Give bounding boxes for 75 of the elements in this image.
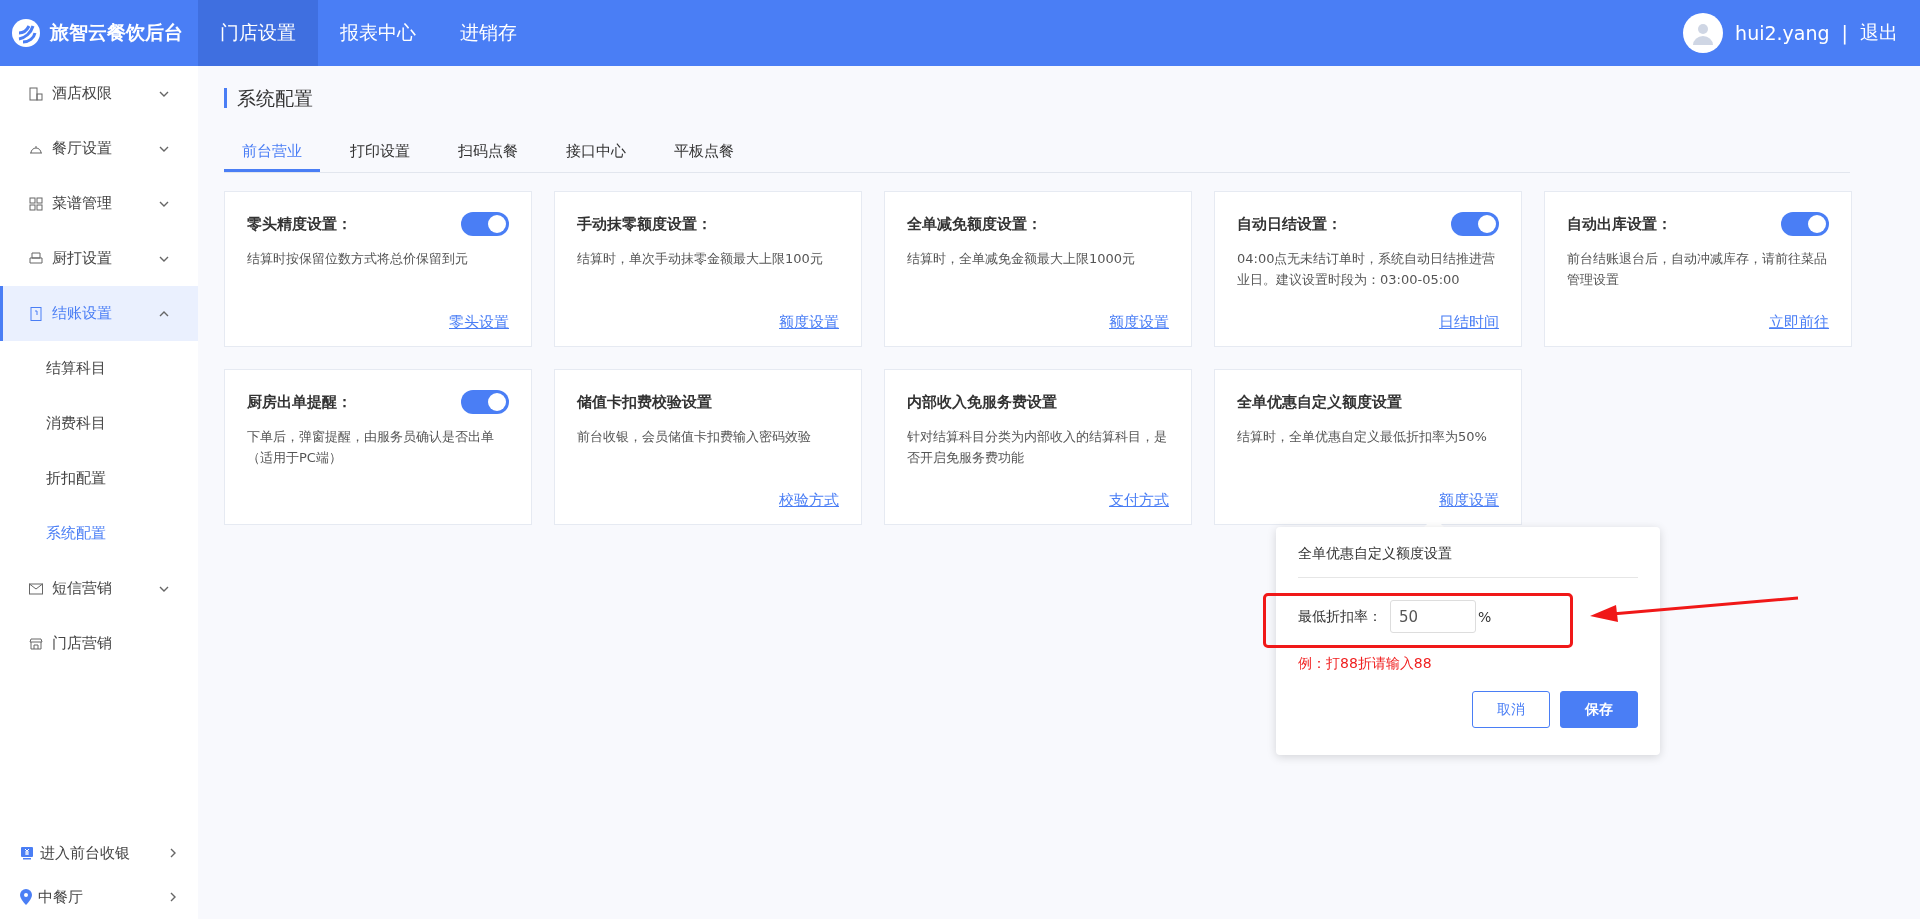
- sidebar-item[interactable]: 菜谱管理: [0, 176, 198, 231]
- cancel-button[interactable]: 取消: [1472, 691, 1550, 728]
- sidebar-item[interactable]: 餐厅设置: [0, 121, 198, 176]
- card-link[interactable]: 零头设置: [449, 313, 509, 332]
- sidebar-subitem[interactable]: 结算科目: [0, 341, 198, 396]
- sidebar-item[interactable]: 短信营销: [0, 561, 198, 616]
- popover-title: 全单优惠自定义额度设置: [1298, 545, 1638, 578]
- card-title: 自动日结设置：: [1237, 214, 1342, 234]
- card-title: 全单优惠自定义额度设置: [1237, 392, 1402, 412]
- card-link[interactable]: 额度设置: [779, 313, 839, 332]
- sidebar-subitem[interactable]: 系统配置: [0, 506, 198, 561]
- sidebar-item[interactable]: 门店营销: [0, 616, 198, 671]
- card-description: 结算时，单次手动抹零金额最大上限100元: [577, 250, 824, 268]
- card-title: 自动出库设置：: [1567, 214, 1672, 234]
- field-label: 最低折扣率：: [1298, 607, 1382, 626]
- card-title: 零头精度设置：: [247, 214, 352, 234]
- card-description: 针对结算科目分类为内部收入的结算科目，是否开启免服务费功能: [907, 428, 1168, 467]
- printer-icon: [28, 250, 44, 267]
- toggle-switch[interactable]: [1451, 212, 1499, 236]
- card-description: 结算时按保留位数方式将总价保留到元: [247, 250, 469, 268]
- nav-tab[interactable]: 进销存: [438, 0, 539, 66]
- toggle-switch[interactable]: [461, 212, 509, 236]
- building-icon: [28, 85, 44, 102]
- sidebar-item[interactable]: 酒店权限: [0, 66, 198, 121]
- card-link[interactable]: 日结时间: [1439, 313, 1499, 332]
- avatar-icon[interactable]: [1683, 13, 1724, 53]
- card-title: 储值卡扣费校验设置: [577, 392, 712, 412]
- card-link[interactable]: 校验方式: [779, 491, 839, 510]
- logo-icon: [10, 17, 42, 49]
- card-description: 下单后，弹窗提醒，由服务员确认是否出单（适用于PC端）: [247, 428, 495, 467]
- sidebar-subitem[interactable]: 消费科目: [0, 396, 198, 451]
- card-title: 全单减免额度设置：: [907, 214, 1042, 234]
- sidebar-subitem[interactable]: 折扣配置: [0, 451, 198, 506]
- cashier-icon: [20, 846, 34, 860]
- page-title: 系统配置: [224, 88, 313, 108]
- sidebar-item[interactable]: 结账设置: [0, 286, 198, 341]
- card-description: 结算时，全单减免金额最大上限1000元: [907, 250, 1137, 268]
- toggle-switch[interactable]: [1781, 212, 1829, 236]
- tab[interactable]: 接口中心: [548, 142, 644, 172]
- sidebar-footer-item[interactable]: 进入前台收银: [0, 831, 198, 875]
- tab[interactable]: 平板点餐: [656, 142, 752, 172]
- sidebar-footer-item[interactable]: 中餐厅: [0, 875, 198, 919]
- brand-title: 旅智云餐饮后台: [50, 20, 183, 45]
- logout-link[interactable]: 退出: [1860, 20, 1898, 46]
- username: hui2.yang: [1735, 22, 1830, 44]
- grid-icon: [28, 195, 44, 212]
- unit-label: %: [1478, 608, 1492, 625]
- sidebar-item[interactable]: 厨打设置: [0, 231, 198, 286]
- card-title: 厨房出单提醒：: [247, 392, 352, 412]
- chevron-right-icon: [168, 847, 178, 859]
- card-description: 前台结账退台后，自动冲减库存，请前往菜品管理设置: [1567, 250, 1828, 289]
- save-button[interactable]: 保存: [1560, 691, 1638, 728]
- mail-icon: [28, 580, 44, 597]
- card-description: 04:00点无未结订单时，系统自动日结推进营业日。建议设置时段为：03:00-05:00: [1237, 250, 1497, 289]
- card-link[interactable]: 立即前往: [1769, 313, 1829, 332]
- tab[interactable]: 扫码点餐: [440, 142, 536, 172]
- store-icon: [28, 635, 44, 652]
- separator: |: [1841, 22, 1848, 44]
- chevron-right-icon: [168, 891, 178, 903]
- toggle-switch[interactable]: [461, 390, 509, 414]
- card-link[interactable]: 支付方式: [1109, 491, 1169, 510]
- document-icon: [28, 305, 44, 322]
- card-description: 结算时，全单优惠自定义最低折扣率为50%: [1237, 428, 1488, 446]
- tab[interactable]: 打印设置: [332, 142, 428, 172]
- card-title: 内部收入免服务费设置: [907, 392, 1057, 412]
- tab[interactable]: 前台营业: [224, 142, 320, 172]
- discount-input[interactable]: 50: [1390, 600, 1476, 633]
- nav-tab[interactable]: 门店设置: [198, 0, 318, 66]
- nav-tab[interactable]: 报表中心: [318, 0, 438, 66]
- card-link[interactable]: 额度设置: [1109, 313, 1169, 332]
- card-title: 手动抹零额度设置：: [577, 214, 712, 234]
- hint-text: 例：打88折请输入88: [1298, 655, 1433, 673]
- card-link[interactable]: 额度设置: [1439, 491, 1499, 510]
- card-description: 前台收银，会员储值卡扣费输入密码效验: [577, 428, 812, 446]
- location-pin-icon: [20, 889, 32, 905]
